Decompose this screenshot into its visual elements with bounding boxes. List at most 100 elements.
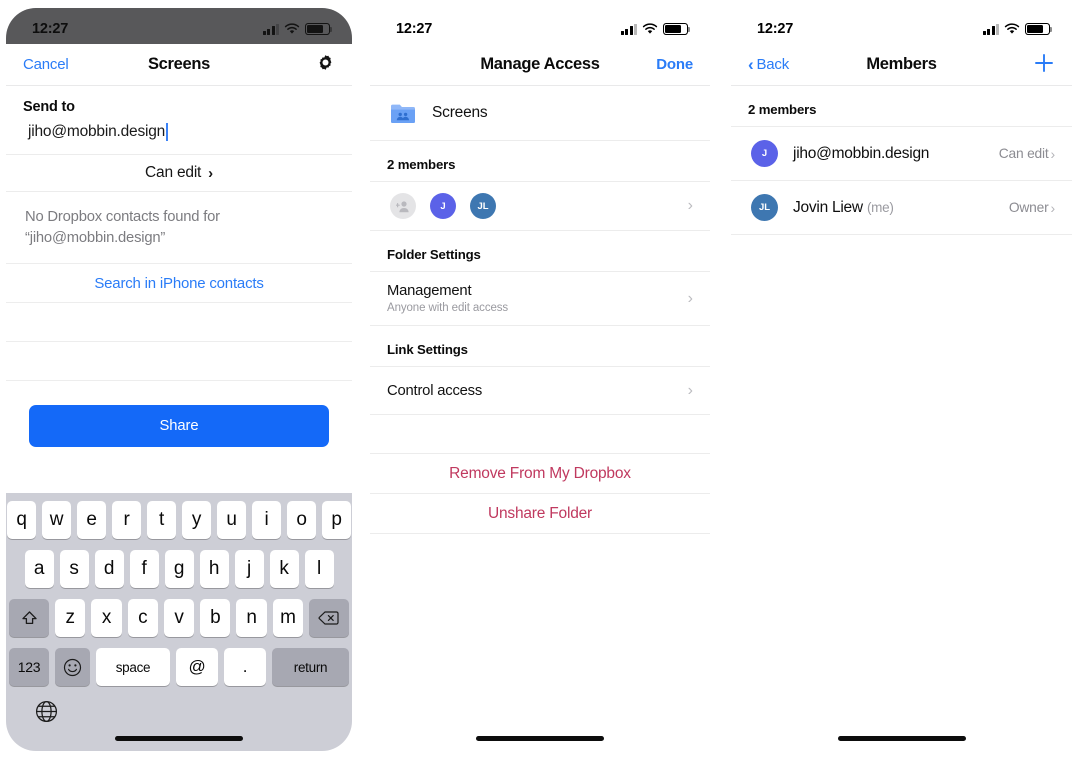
gear-icon [319,55,332,70]
key-d[interactable]: d [94,550,124,588]
key-a[interactable]: a [24,550,54,588]
key-u[interactable]: u [217,501,246,539]
member-role[interactable]: Owner › [1009,200,1055,216]
keyboard-row-3: z x c v b n m [9,599,349,637]
key-j[interactable]: j [234,550,264,588]
key-f[interactable]: f [129,550,159,588]
phone-manage-access-screen: 12:27 Manage Access Done Screens 2 membe… [370,8,710,751]
emoji-key[interactable] [55,648,90,686]
globe-key[interactable] [34,699,59,724]
onscreen-keyboard[interactable]: q w e r t y u i o p a s d f g h j k l z … [6,493,352,751]
chevron-right-icon: › [208,164,213,182]
unshare-folder-button[interactable]: Unshare Folder [370,494,710,534]
folder-settings-header: Folder Settings [370,231,710,272]
cellular-signal-icon [620,23,637,35]
smiley-face-icon [63,658,82,676]
key-c[interactable]: c [127,599,158,637]
keyboard-row-2: a s d f g h j k l [9,550,349,588]
member-avatar: J [751,140,778,167]
key-l[interactable]: l [304,550,334,588]
chevron-right-icon: › [687,197,693,214]
members-body: 2 members J jiho@mobbin.design Can edit … [731,86,1072,235]
key-e[interactable]: e [77,501,106,539]
key-k[interactable]: k [269,550,299,588]
recipient-value: jiho@mobbin.design [28,123,166,140]
home-indicator [837,736,966,741]
numbers-key[interactable]: 123 [9,648,49,686]
members-count-header: 2 members [731,86,1072,127]
key-t[interactable]: t [147,501,176,539]
share-navbar: Cancel Screens [6,44,352,86]
battery-icon [1025,23,1053,35]
cellular-signal-icon [982,23,999,35]
key-v[interactable]: v [163,599,195,637]
member-role[interactable]: Can edit › [999,146,1055,162]
chevron-left-icon: ‹ [748,55,754,74]
member-display-name: Jovin Liew [793,198,863,216]
key-p[interactable]: p [322,501,351,539]
wifi-icon [642,23,658,34]
shift-arrow-icon [21,610,37,624]
back-button[interactable]: ‹ Back [748,56,789,73]
member-name: jiho@mobbin.design [793,144,930,162]
no-results-line2: “jiho@mobbin.design” [25,230,166,246]
status-icons [620,23,691,35]
key-q[interactable]: q [7,501,36,539]
done-button[interactable]: Done [656,56,693,73]
key-o[interactable]: o [287,501,316,539]
home-indicator [115,736,243,741]
key-w[interactable]: w [42,501,71,539]
member-avatar[interactable]: J [430,193,456,219]
key-i[interactable]: i [252,501,281,539]
key-y[interactable]: y [182,501,211,539]
manage-access-body: Screens 2 members J JL › Folder Settings [370,86,710,534]
chevron-right-icon: › [1050,199,1056,216]
key-b[interactable]: b [200,599,231,637]
search-iphone-contacts-link[interactable]: Search in iPhone contacts [6,264,352,303]
delete-key[interactable] [308,599,349,637]
management-subtitle: Anyone with edit access [387,302,509,314]
manage-access-navbar: Manage Access Done [370,44,710,86]
recipient-input[interactable]: jiho@mobbin.design [6,123,352,155]
key-n[interactable]: n [236,599,267,637]
battery-icon [305,23,333,35]
backspace-icon [318,611,340,625]
keyboard-row-1: q w e r t y u i o p [7,501,351,539]
plus-icon [1035,53,1053,72]
status-bar: 12:27 [731,8,1072,44]
key-m[interactable]: m [272,599,303,637]
add-member-avatar[interactable] [390,193,416,219]
remove-from-dropbox-button[interactable]: Remove From My Dropbox [370,454,710,494]
settings-button[interactable] [316,53,335,76]
permission-selector[interactable]: Can edit › [6,155,352,192]
member-list-item[interactable]: JL Jovin Liew (me) Owner › [731,181,1072,235]
share-button[interactable]: Share [29,405,329,447]
status-bar: 12:27 [370,8,710,44]
key-x[interactable]: x [91,599,122,637]
home-indicator [476,736,604,741]
folder-row[interactable]: Screens [370,86,710,141]
return-key[interactable]: return [272,648,349,686]
period-key[interactable]: . [224,648,266,686]
permission-label: Can edit [145,164,202,181]
shared-folder-icon [391,104,415,123]
management-row[interactable]: Management Anyone with edit access › [370,272,710,326]
at-key[interactable]: @ [176,648,218,686]
shift-key[interactable] [9,599,50,637]
keyboard-row-4: 123 space @ . return [9,648,349,686]
members-avatars-row[interactable]: J JL › [370,182,710,231]
space-key[interactable]: space [96,648,170,686]
key-z[interactable]: z [55,599,86,637]
control-access-row[interactable]: Control access › [370,367,710,415]
key-h[interactable]: h [199,550,229,588]
add-person-icon [395,200,409,212]
key-s[interactable]: s [59,550,89,588]
empty-row [6,342,352,381]
add-member-button[interactable] [1033,52,1055,78]
member-list-item[interactable]: J jiho@mobbin.design Can edit › [731,127,1072,181]
cancel-button[interactable]: Cancel [23,56,69,73]
key-g[interactable]: g [164,550,194,588]
key-r[interactable]: r [112,501,141,539]
member-avatar[interactable]: JL [470,193,496,219]
phone-members-screen: 12:27 ‹ Back Members 2 members J jiho@mo… [731,8,1072,751]
